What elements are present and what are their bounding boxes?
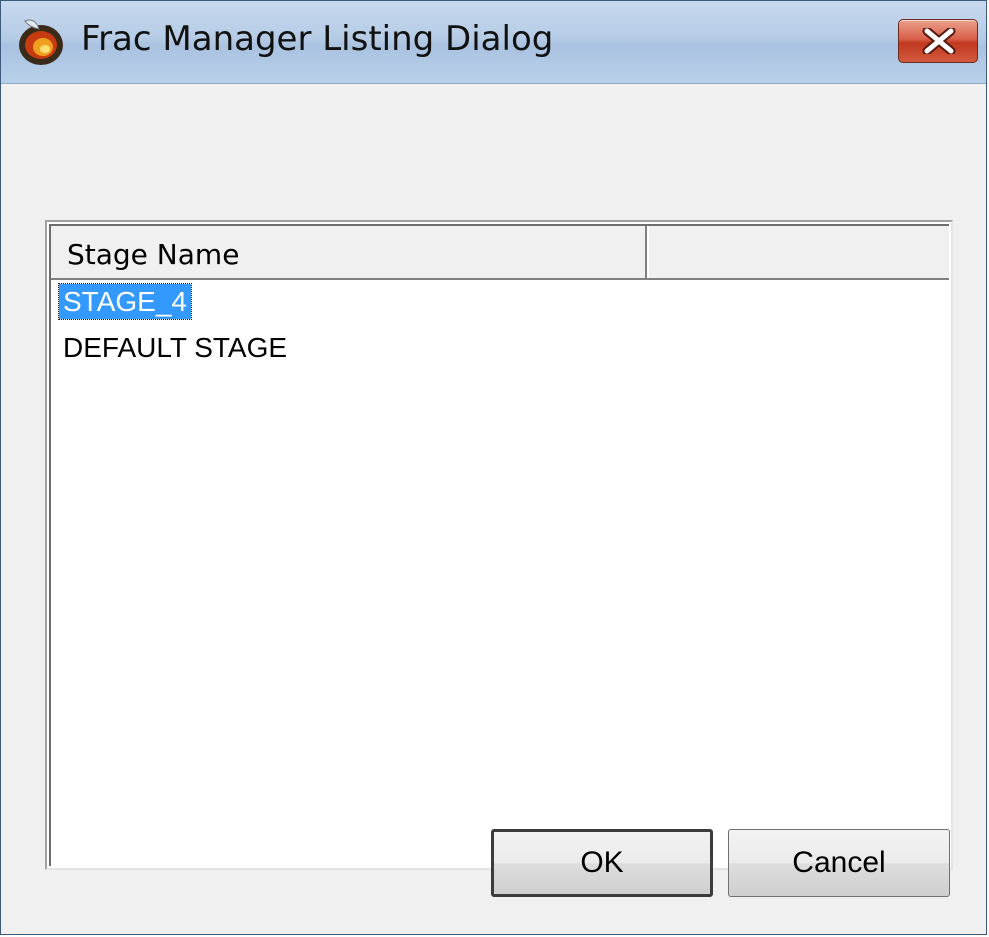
column-header-empty[interactable] (647, 226, 949, 278)
window-title: Frac Manager Listing Dialog (81, 19, 554, 59)
list-item[interactable]: DEFAULT STAGE (51, 326, 949, 372)
cancel-button[interactable]: Cancel (728, 829, 950, 897)
close-button[interactable] (898, 19, 978, 63)
dialog-window: Frac Manager Listing Dialog Stage Name S… (0, 0, 987, 935)
ok-button[interactable]: OK (491, 829, 713, 897)
close-icon (922, 28, 956, 54)
title-bar[interactable]: Frac Manager Listing Dialog (1, 1, 986, 84)
stage-list-view[interactable]: Stage Name STAGE_4 DEFAULT STAGE (45, 220, 953, 870)
list-item[interactable]: STAGE_4 (51, 280, 949, 326)
list-rows: STAGE_4 DEFAULT STAGE (51, 280, 949, 372)
app-flame-icon (15, 15, 69, 67)
list-item-label: STAGE_4 (58, 283, 192, 320)
column-header-stage-name[interactable]: Stage Name (51, 226, 647, 278)
list-header: Stage Name (51, 226, 949, 280)
dialog-content: Stage Name STAGE_4 DEFAULT STAGE OK Canc… (1, 84, 986, 934)
list-item-label: DEFAULT STAGE (63, 332, 288, 363)
